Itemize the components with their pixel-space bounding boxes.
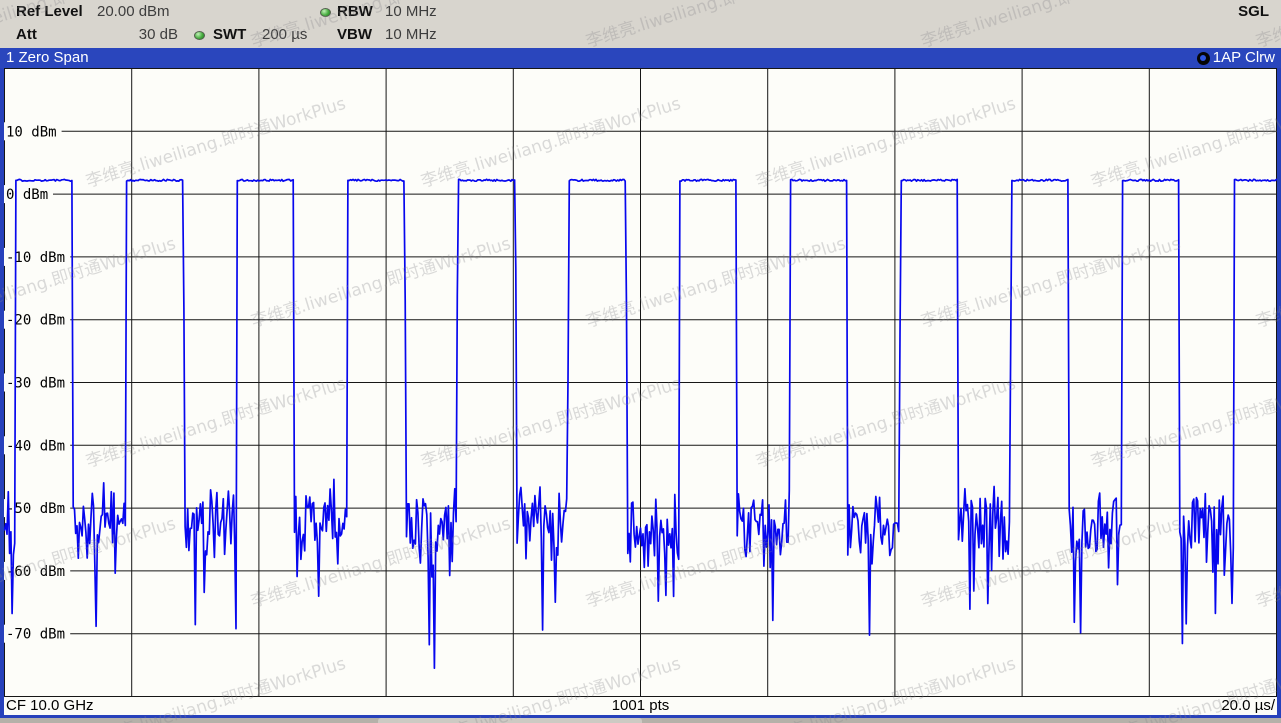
rbw-value[interactable]: 10 MHz (385, 3, 437, 20)
y-tick-label: 0 dBm (6, 187, 48, 203)
spectrum-analyzer-screen: Ref Level 20.00 dBm Att 30 dB SWT 200 µs… (0, 0, 1281, 723)
att-label: Att (16, 26, 37, 43)
settings-header: Ref Level 20.00 dBm Att 30 dB SWT 200 µs… (0, 0, 1281, 48)
single-sweep-badge: SGL (1238, 3, 1269, 20)
vbw-value[interactable]: 10 MHz (385, 26, 437, 43)
y-tick-label: -70 dBm (6, 627, 65, 643)
window-titlebar: 1 Zero Span 1AP Clrw (0, 48, 1281, 68)
diagram-frame: 10 dBm0 dBm-10 dBm-20 dBm-30 dBm-40 dBm-… (0, 68, 1281, 718)
bottom-strip-highlight (378, 718, 642, 723)
sweep-points-value: 1001 pts (4, 697, 1277, 715)
rbw-label: RBW (337, 3, 373, 20)
x-axis-footer: CF 10.0 GHz 1001 pts 20.0 µs/ (4, 697, 1277, 718)
bottom-strip (0, 718, 1281, 723)
trace-indicator-label: 1AP Clrw (1213, 48, 1275, 68)
swt-led-icon (194, 31, 205, 40)
att-value[interactable]: 30 dB (100, 26, 178, 43)
ref-level-value[interactable]: 20.00 dBm (97, 3, 170, 20)
time-per-div-value[interactable]: 20.0 µs/ (1221, 697, 1275, 715)
trace-enabled-icon-core (1200, 55, 1206, 61)
vbw-label: VBW (337, 26, 372, 43)
zero-span-plot[interactable]: 10 dBm0 dBm-10 dBm-20 dBm-30 dBm-40 dBm-… (4, 68, 1277, 697)
swt-value[interactable]: 200 µs (262, 26, 307, 43)
rbw-led-icon (320, 8, 331, 17)
window-title: 1 Zero Span (6, 49, 89, 66)
trace-enabled-icon (1197, 52, 1210, 65)
y-tick-label: 10 dBm (6, 124, 57, 140)
trace-chart[interactable]: 10 dBm0 dBm-10 dBm-20 dBm-30 dBm-40 dBm-… (4, 68, 1277, 697)
trace-indicator[interactable]: 1AP Clrw (1197, 48, 1275, 68)
y-tick-label: -60 dBm (6, 564, 65, 580)
swt-label: SWT (213, 26, 246, 43)
ref-level-label: Ref Level (16, 3, 83, 20)
